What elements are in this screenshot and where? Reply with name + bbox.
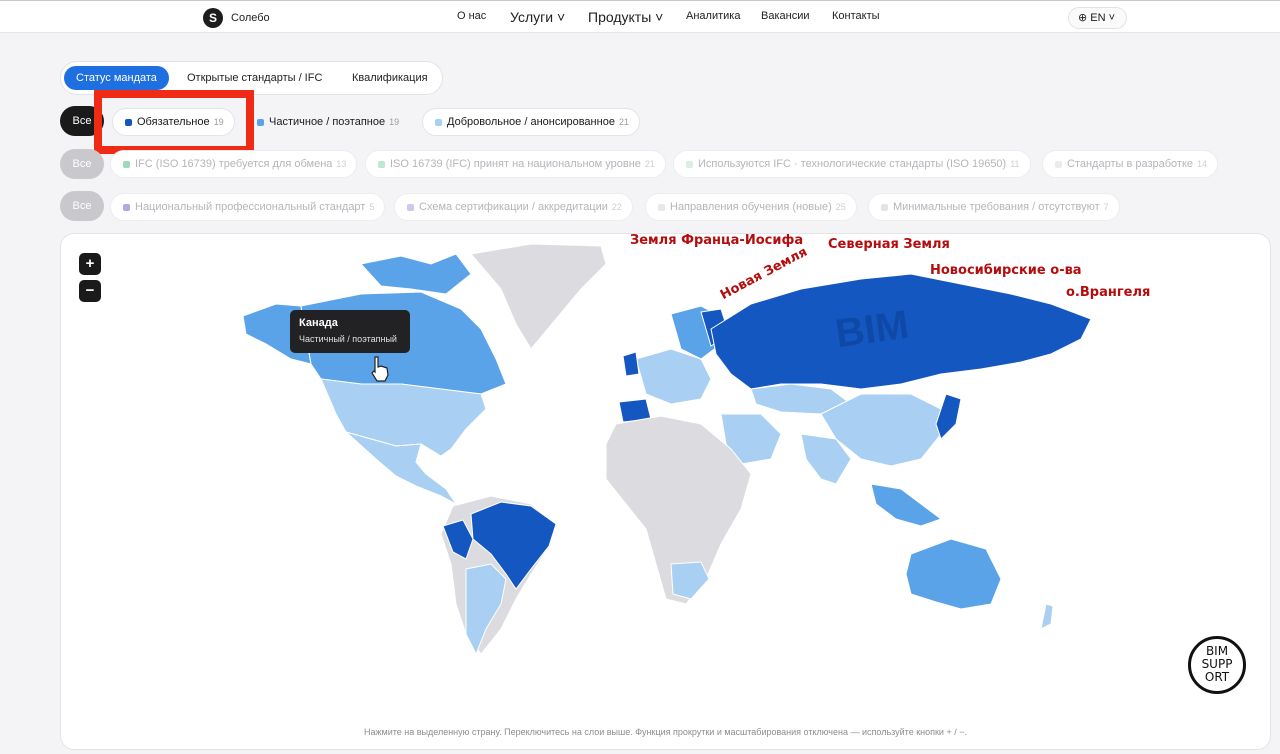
ifc-national-swatch: [378, 161, 385, 168]
filter-ifc-required-label: IFC (ISO 16739) требуется для обмена: [135, 158, 333, 170]
nav-products[interactable]: Продукты ˅: [588, 9, 663, 25]
hand-cursor-icon: [371, 356, 389, 382]
south-africa: [670, 561, 710, 600]
world-map-card: BIM + − Нажмите на выделенную страну. Пе…: [60, 233, 1271, 750]
japan: [935, 393, 962, 440]
new-zealand: [1040, 603, 1054, 630]
tab-open-standards[interactable]: Открытые стандарты / IFC: [175, 66, 334, 90]
tooltip-title: Канада: [299, 317, 338, 329]
filter-partial-label: Частичное / поэтапное: [269, 116, 386, 128]
filter-training-count: 25: [835, 202, 846, 212]
ifc-tech-swatch: [686, 161, 693, 168]
bim-support-logo: BIM SUPP ORT: [1188, 636, 1246, 694]
nav-about[interactable]: О нас: [457, 10, 486, 22]
nav-vacancies[interactable]: Вакансии: [761, 10, 810, 22]
minimal-swatch: [881, 204, 888, 211]
map-footnote: Нажмите на выделенную страну. Переключит…: [364, 727, 967, 737]
filter-voluntary-label: Добровольное / анонсированное: [447, 116, 615, 128]
filter-ifc-tech-count: 11: [1010, 159, 1020, 169]
filter-ifc-tech-label: Используются IFC · технологические станд…: [698, 158, 1007, 170]
in-development-swatch: [1055, 161, 1062, 168]
nav-contacts[interactable]: Контакты: [832, 10, 880, 22]
filter-training-label: Направления обучения (новые): [670, 201, 832, 213]
filter-certification-count: 22: [611, 202, 622, 212]
uk: [622, 351, 640, 377]
filter-certification-label: Схема сертификации / аккредитации: [419, 201, 608, 213]
language-selector[interactable]: ⊕ EN ˅: [1068, 7, 1127, 29]
filter-minimal[interactable]: Минимальные требования / отсутствуют 7: [868, 193, 1120, 221]
filter-ifc-national-label: ISO 16739 (IFC) принят на национальном у…: [390, 158, 641, 170]
training-swatch: [658, 204, 665, 211]
zoom-out-button[interactable]: −: [79, 280, 101, 302]
filter-training[interactable]: Направления обучения (новые) 25: [645, 193, 857, 221]
nav-analytics[interactable]: Аналитика: [686, 10, 740, 22]
tab-mandate-status[interactable]: Статус мандата: [64, 66, 169, 90]
highlight-box: [94, 90, 254, 154]
filter-minimal-label: Минимальные требования / отсутствуют: [893, 201, 1100, 213]
canada-islands: [360, 253, 472, 295]
tooltip-value: Частичный / поэтапный: [299, 334, 397, 344]
filter-minimal-count: 7: [1103, 202, 1109, 212]
filter-certification[interactable]: Схема сертификации / аккредитации 22: [394, 193, 633, 221]
brand-logo[interactable]: S: [203, 8, 223, 28]
annotation-franz-josef: Земля Франца-Иосифа: [630, 233, 804, 248]
annotation-novosibirsk-islands: Новосибирские о-ва: [930, 263, 1082, 278]
filter-ifc-national-count: 21: [644, 159, 655, 169]
annotation-severnaya-zemlya: Северная Земля: [828, 237, 950, 252]
top-navigation: S Солебо О нас Услуги ˅ Продукты ˅ Анали…: [0, 0, 1280, 33]
filter-ifc-required[interactable]: IFC (ISO 16739) требуется для обмена 13: [110, 150, 358, 178]
filter-national-prof-label: Национальный профессиональный стандарт: [135, 201, 366, 213]
filter-in-development[interactable]: Стандарты в разработке 14: [1042, 150, 1219, 178]
partial-swatch: [257, 119, 264, 126]
certification-swatch: [407, 204, 414, 211]
filter-ifc-tech[interactable]: Используются IFC · технологические станд…: [673, 150, 1031, 178]
badge-line3: ORT: [1204, 670, 1230, 684]
filter-all-ifc[interactable]: Все: [60, 149, 104, 179]
voluntary-swatch: [435, 119, 442, 126]
filter-in-development-count: 14: [1197, 159, 1208, 169]
filter-partial-count: 19: [389, 117, 400, 127]
filter-ifc-national[interactable]: ISO 16739 (IFC) принят на национальном у…: [365, 150, 666, 178]
world-map: BIM: [242, 243, 1092, 656]
filter-national-prof[interactable]: Национальный профессиональный стандарт 5: [110, 193, 386, 221]
filter-partial[interactable]: Частичное / поэтапное 19: [244, 108, 410, 136]
greenland: [470, 243, 607, 350]
ifc-required-swatch: [123, 161, 130, 168]
filter-ifc-required-count: 13: [336, 159, 347, 169]
country-tooltip: Канада Частичный / поэтапный: [290, 310, 410, 353]
annotation-wrangel: о.Врангеля: [1066, 285, 1151, 300]
national-prof-swatch: [123, 204, 130, 211]
nav-services[interactable]: Услуги ˅: [510, 9, 565, 25]
filter-in-development-label: Стандарты в разработке: [1067, 158, 1194, 170]
australia: [905, 538, 1002, 610]
filter-national-prof-count: 5: [369, 202, 375, 212]
filter-voluntary-count: 21: [618, 117, 629, 127]
se-asia: [870, 483, 943, 527]
filter-voluntary[interactable]: Добровольное / анонсированное 21: [422, 108, 640, 136]
brand-name[interactable]: Солебо: [231, 12, 270, 24]
zoom-in-button[interactable]: +: [79, 253, 101, 275]
tab-qualification[interactable]: Квалификация: [340, 66, 440, 90]
filter-all-qual[interactable]: Все: [60, 191, 104, 221]
